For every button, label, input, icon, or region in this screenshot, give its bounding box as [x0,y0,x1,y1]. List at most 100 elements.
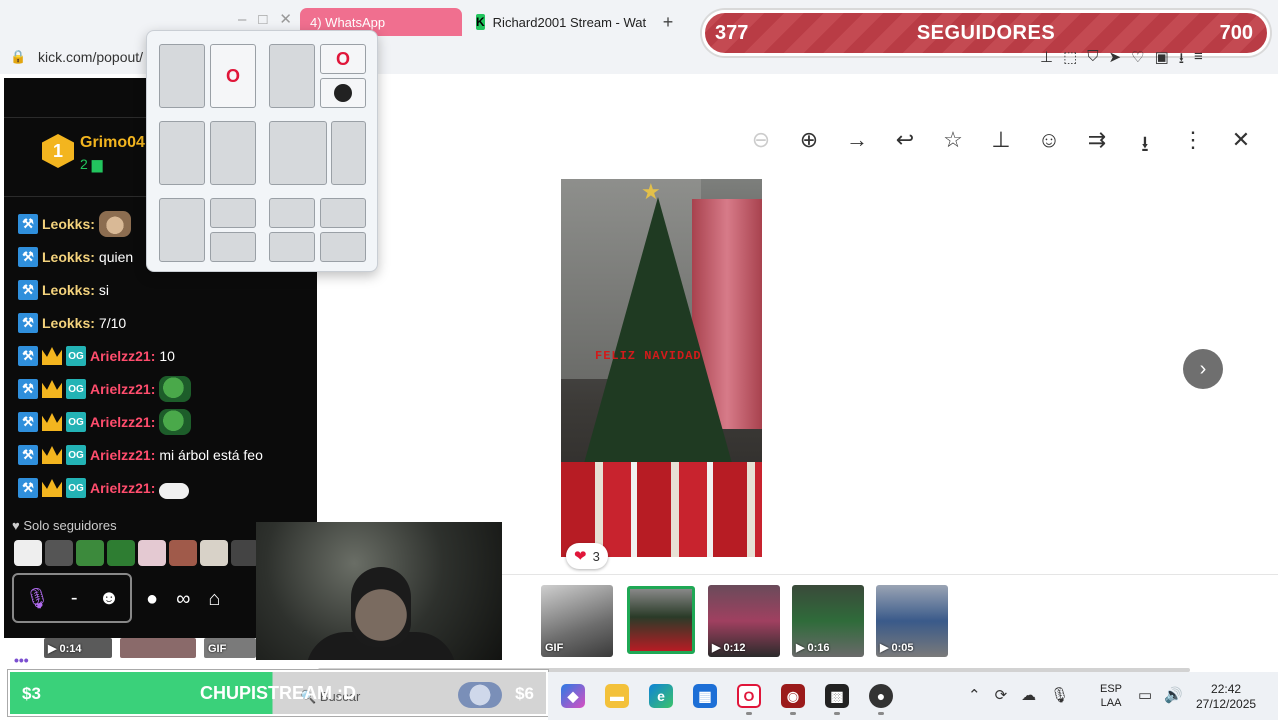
media-thumbnail[interactable] [120,638,196,658]
clock[interactable]: 22:42 27/12/2025 [1196,682,1256,712]
next-media-button[interactable]: › [1183,349,1223,389]
chat-username[interactable]: Leokks: [42,249,95,265]
shield-icon[interactable]: ⛉ [1087,48,1098,73]
chat-message: ⚒ OG Arielzz21: mi árbol está feo [18,442,263,468]
emote-option[interactable] [231,540,259,566]
url-text[interactable]: kick.com/popout/ [38,49,143,65]
emote-option[interactable] [200,540,228,566]
close-icon[interactable]: ✕ [279,11,304,28]
snap-zone[interactable] [331,121,366,185]
screenshot-icon[interactable]: ⬚ [1063,48,1077,73]
media-thumbnail[interactable]: ▶ 0:14 [44,638,112,658]
snap-zone[interactable] [269,121,327,185]
edge-icon[interactable]: e [649,684,673,708]
top-gifter-count: 2 ▆ [80,156,103,172]
snap-zone[interactable] [210,198,256,228]
snap-zone-obs[interactable] [320,78,366,108]
chat-username[interactable]: Leokks: [42,282,95,298]
snap-layout-popup: O O [146,30,378,272]
download-icon[interactable]: ⭳ [1132,127,1158,165]
opera-icon: O [335,48,350,69]
emote-option[interactable] [76,540,104,566]
emote-option[interactable] [45,540,73,566]
snap-zone[interactable] [210,121,256,185]
emote-option[interactable] [138,540,166,566]
chat-message: ⚒ Leokks: [18,211,131,237]
reply-icon[interactable]: ↩ [892,127,918,165]
chevron-up-icon[interactable]: ⌃ [968,686,981,704]
chat-username[interactable]: Leokks: [42,315,95,331]
reaction-pill[interactable]: ❤ 3 [566,543,608,569]
snap-zone[interactable] [320,198,366,228]
game-icon[interactable]: ◉ [781,684,805,708]
emoji-icon[interactable]: ☺ [1036,127,1062,165]
snap-zone[interactable] [269,232,315,262]
emoji-icon[interactable]: ☻ [98,587,119,610]
sync-icon[interactable]: ⟳ [995,686,1008,704]
pin-icon[interactable]: ⊥ [1040,48,1053,73]
file-explorer-icon[interactable]: ▬ [605,684,629,708]
emote-option[interactable] [14,540,42,566]
media-app-icon[interactable]: ▩ [825,684,849,708]
snap-zone[interactable] [269,198,315,228]
media-thumbnail[interactable]: GIF [204,638,256,658]
media-thumbnail[interactable]: GIF [541,585,613,657]
chat-username[interactable]: Arielzz21: [90,348,155,364]
chat-username[interactable]: Arielzz21: [90,381,155,397]
chat-username[interactable]: Arielzz21: [90,414,155,430]
maximize-icon[interactable]: □ [258,11,279,28]
moderator-badge: ⚒ [18,412,38,432]
viewer-toolbar: ⊖ ⊕ → ↩ ☆ ⊥ ☺ ⇉ ⭳ ⋮ ✕ [748,127,1254,165]
download-icon[interactable]: ⭳ [1179,48,1184,73]
avatar[interactable]: ▣ [1155,48,1169,73]
store-icon[interactable]: ▦ [693,684,717,708]
star-icon[interactable]: ☆ [940,127,966,165]
heart-icon: ❤ [574,548,587,565]
chat-text: mi árbol está feo [159,447,263,463]
media-thumbnail-selected[interactable] [627,586,695,654]
volume-icon[interactable]: 🔊 [1164,686,1183,704]
more-icon[interactable]: ••• [14,652,29,668]
pin-icon[interactable]: ⊥ [988,127,1014,165]
bubbles-icon[interactable]: ● [146,588,158,611]
chat-username[interactable]: Leokks: [42,216,95,232]
snap-zone[interactable] [159,121,205,185]
more-icon[interactable]: ⋮ [1180,127,1206,165]
heart-icon[interactable]: ♡ [1131,48,1144,73]
media-thumbnail[interactable]: ▶ 0:16 [792,585,864,657]
snap-zone[interactable] [159,44,205,108]
emote-option[interactable] [107,540,135,566]
new-tab-button[interactable]: + [658,12,678,32]
media-thumbnail[interactable]: ▶ 0:12 [708,585,780,657]
chat-input[interactable]: 🎙 - ☻ [12,573,132,623]
store-icon[interactable]: ⌂ [208,588,220,611]
tab-kick-stream[interactable]: K Richard2001 Stream - Wat [466,8,652,36]
snap-zone[interactable] [159,198,205,262]
cloud-off-icon[interactable]: ☁ [1021,686,1036,704]
snap-zone[interactable] [269,44,315,108]
media-thumbnail[interactable]: ▶ 0:05 [876,585,948,657]
monitor-icon[interactable]: ▭ [1138,686,1152,704]
tab-label: 4) WhatsApp [310,14,386,30]
close-icon[interactable]: ✕ [1228,127,1254,165]
opera-icon[interactable]: O [737,684,761,708]
minimize-icon[interactable]: – [238,11,258,28]
share-icon[interactable]: ⇉ [1084,127,1110,165]
snap-zone-opera[interactable]: O [320,44,366,74]
obs-icon[interactable]: ● [869,684,893,708]
emote-option[interactable] [169,540,197,566]
zoom-in-icon[interactable]: ⊕ [796,127,822,165]
chat-username[interactable]: Arielzz21: [90,447,155,463]
snap-zone[interactable] [210,232,256,262]
copilot-icon[interactable]: ◆ [561,684,585,708]
snap-zone[interactable] [320,232,366,262]
send-icon[interactable]: ➤ [1109,48,1122,73]
forward-icon[interactable]: → [844,127,870,165]
microphone-icon[interactable]: 🎙 [24,586,49,611]
chat-username[interactable]: Arielzz21: [90,480,155,496]
microphone-icon[interactable]: 🎙 [1050,686,1069,704]
menu-icon[interactable]: ≡ [1194,48,1203,73]
infinity-icon[interactable]: ∞ [176,588,190,611]
language-indicator[interactable]: ESP LAA [1100,682,1122,710]
snap-zone-opera[interactable]: O [210,44,256,108]
